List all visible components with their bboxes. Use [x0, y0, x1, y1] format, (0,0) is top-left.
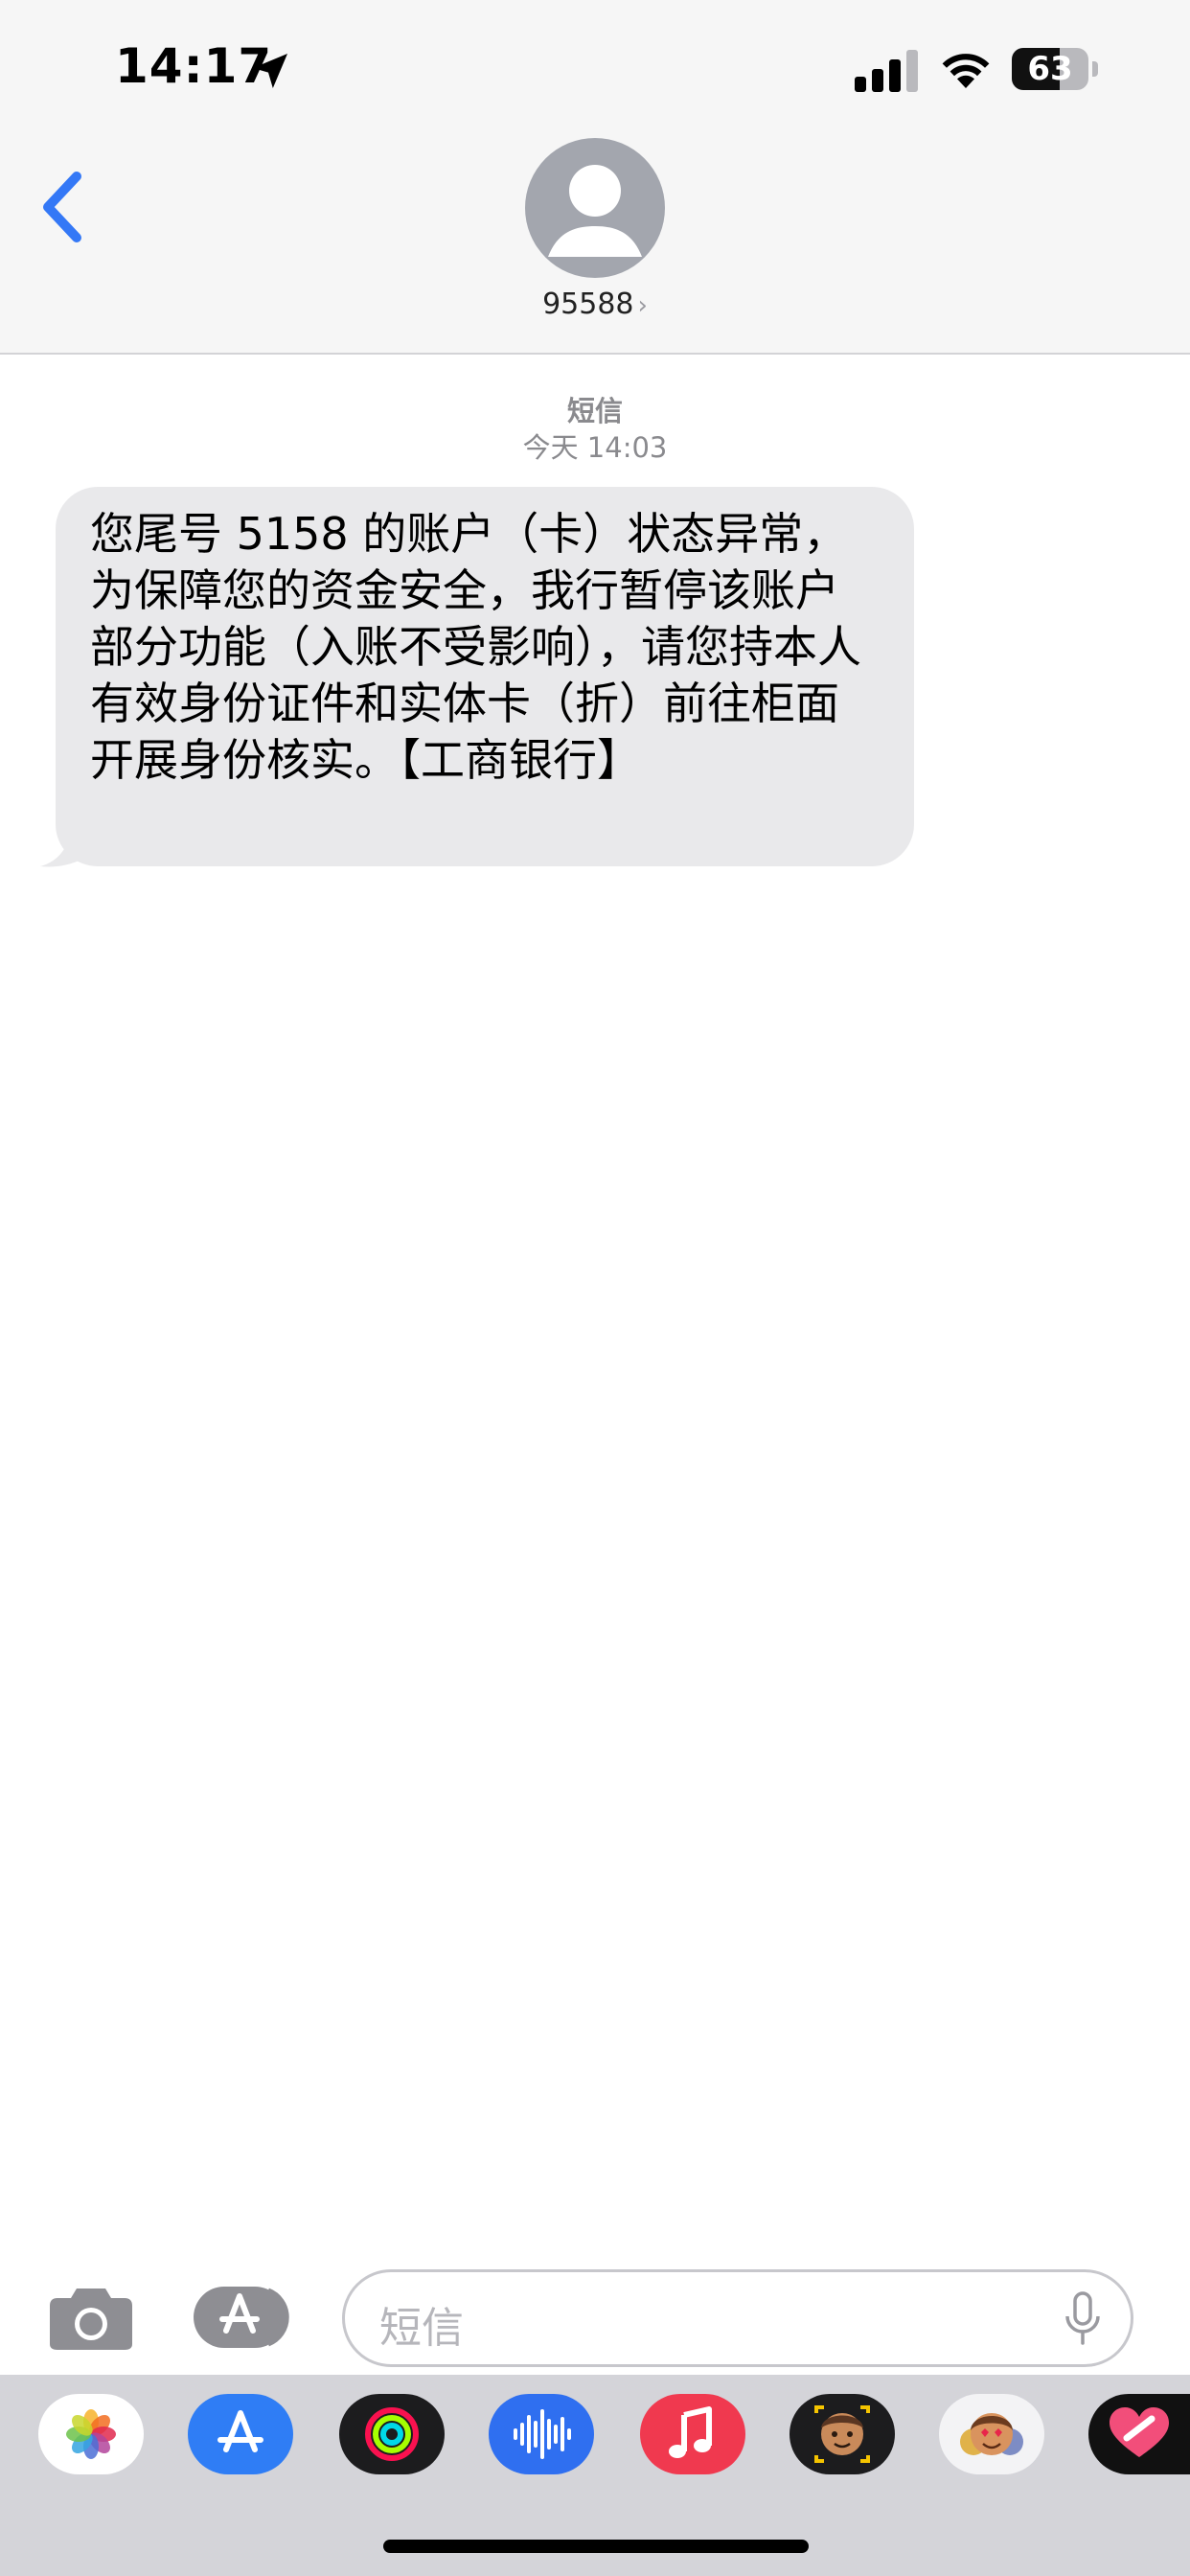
battery-tip	[1092, 61, 1098, 77]
message-text: 您尾号 5158 的账户（卡）状态异常，为保障您的资金安全，我行暂停该账户部分功…	[90, 508, 861, 786]
app-store-glyph-icon	[217, 2410, 263, 2452]
music-app-icon[interactable]	[640, 2394, 745, 2474]
activity-rings-icon	[365, 2407, 419, 2461]
contact-avatar[interactable]	[525, 138, 665, 278]
app-store-icon[interactable]	[192, 2281, 297, 2354]
animoji-app-icon[interactable]	[939, 2394, 1044, 2474]
battery-level: 63	[1027, 50, 1073, 88]
contact-name: 95588	[542, 288, 634, 321]
app-store-app-icon[interactable]	[188, 2394, 293, 2474]
music-note-icon	[669, 2406, 712, 2458]
status-bar: 14:17 63	[0, 0, 1190, 144]
location-arrow-icon	[253, 54, 287, 88]
message-input[interactable]: 短信	[342, 2269, 1133, 2367]
message-input-placeholder: 短信	[379, 2304, 464, 2353]
chevron-right-icon: ›	[637, 291, 648, 320]
microphone-icon[interactable]	[1064, 2291, 1102, 2347]
waveform-icon	[514, 2409, 571, 2459]
contact-name-button[interactable]: 95588 ›	[0, 288, 1190, 321]
heart-touch-icon	[1110, 2407, 1169, 2457]
app-drawer	[0, 2375, 1190, 2576]
message-timestamp: 今天 14:03	[522, 431, 668, 464]
memoji-face-icon	[814, 2405, 870, 2463]
cellular-signal-icon	[855, 50, 918, 92]
person-icon	[548, 165, 642, 257]
message-bubble[interactable]: 您尾号 5158 的账户（卡）状态异常，为保障您的资金安全，我行暂停该账户部分功…	[56, 487, 914, 866]
battery-icon: 63	[1012, 48, 1100, 90]
conversation-header: 14:17 63 95588 ›	[0, 0, 1190, 355]
service-label: 短信	[566, 395, 623, 427]
camera-icon[interactable]	[48, 2283, 134, 2352]
home-indicator[interactable]	[383, 2540, 809, 2553]
digital-touch-app-icon[interactable]	[1088, 2394, 1190, 2474]
back-button[interactable]	[34, 169, 92, 245]
audio-message-app-icon[interactable]	[489, 2394, 594, 2474]
photos-flower-icon	[66, 2409, 116, 2459]
fitness-app-icon[interactable]	[339, 2394, 445, 2474]
memoji-stickers-app-icon[interactable]	[790, 2394, 895, 2474]
battery-body: 63	[1012, 48, 1088, 90]
wifi-icon	[942, 54, 990, 88]
photos-app-icon[interactable]	[38, 2394, 144, 2474]
animoji-face-icon	[960, 2413, 1023, 2455]
